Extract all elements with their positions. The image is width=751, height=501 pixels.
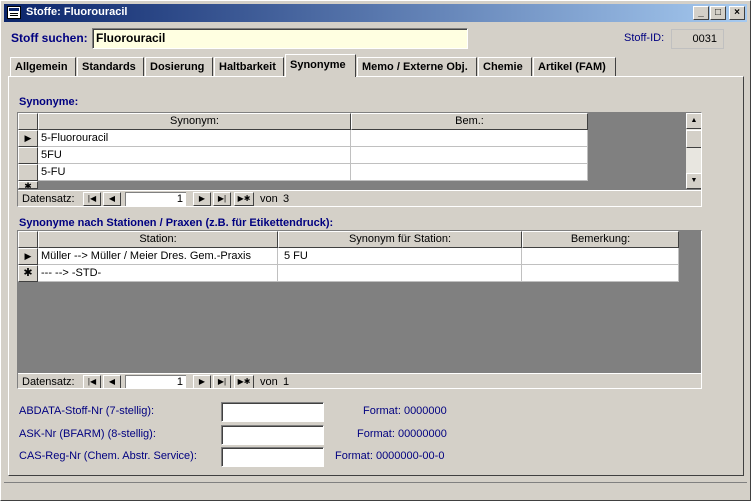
cas-input[interactable] [221,447,324,467]
record-count-total: 1 [283,376,290,388]
abdata-input[interactable] [221,402,324,422]
row-selector-current[interactable]: ▶ [18,248,38,265]
station-synonym-cell[interactable] [278,265,522,282]
search-label: Stoff suchen: [11,31,88,45]
grid-corner[interactable] [18,113,38,130]
cas-label: CAS-Reg-Nr (Chem. Abstr. Service): [19,450,197,462]
first-record-button[interactable]: |◀ [83,375,101,388]
stations-section-title: Synonyme nach Stationen / Praxen (z.B. f… [19,217,334,229]
cas-format: Format: 0000000-00-0 [335,450,445,462]
bem-cell[interactable] [351,130,588,147]
synonym-cell[interactable]: 5-Fluorouracil [38,130,351,147]
stations-record-navigator: Datensatz: |◀ ◀ 1 ▶ ▶| ▶✱ von 1 [18,373,701,388]
abdata-format: Format: 0000000 [363,405,447,417]
first-record-button[interactable]: |◀ [83,192,101,206]
close-button[interactable]: × [729,6,745,20]
station-cell[interactable]: --- --> -STD- [38,265,278,282]
synonyms-section-title: Synonyme: [19,96,79,108]
column-header-bem[interactable]: Bem.: [351,113,588,130]
record-count-label: von [260,193,278,205]
new-record-button[interactable]: ▶✱ [234,375,254,388]
next-record-button[interactable]: ▶ [193,192,211,206]
scroll-up-button[interactable]: ▲ [686,113,701,129]
record-nav-label: Datensatz: [22,376,75,388]
tab-chemie[interactable]: Chemie [478,57,532,76]
column-header-synonym-fuer-station[interactable]: Synonym für Station: [278,231,522,248]
row-selector[interactable] [18,164,38,181]
form-icon [7,6,21,19]
grid-corner[interactable] [18,231,38,248]
ask-format: Format: 00000000 [357,428,447,440]
ask-input[interactable] [221,425,324,445]
last-record-button[interactable]: ▶| [213,192,231,206]
ask-label: ASK-Nr (BFARM) (8-stellig): [19,428,156,440]
column-header-station[interactable]: Station: [38,231,278,248]
maximize-button[interactable]: □ [710,6,726,20]
synonyms-vertical-scrollbar[interactable]: ▲ ▼ [686,113,701,189]
tab-synonyme[interactable]: Synonyme [285,54,356,77]
bem-cell[interactable] [351,164,588,181]
station-synonym-cell[interactable]: 5 FU [278,248,522,265]
scroll-thumb[interactable] [686,130,701,148]
synonym-cell[interactable]: 5-FU [38,164,351,181]
synonyms-record-navigator: Datensatz: |◀ ◀ 1 ▶ ▶| ▶✱ von 3 [18,190,701,206]
abdata-label: ABDATA-Stoff-Nr (7-stellig): [19,405,155,417]
status-divider [4,482,747,483]
stoff-id-field: 0031 [671,29,724,49]
tab-memo-externe-obj[interactable]: Memo / Externe Obj. [357,57,477,76]
window-title: Stoffe: Fluorouracil [26,6,128,18]
station-remark-cell[interactable] [522,265,679,282]
scroll-down-button[interactable]: ▼ [686,173,701,189]
synonyms-subform: Synonym: Bem.: ▶ 5-Fluorouracil 5FU 5-FU… [17,112,702,207]
tab-allgemein[interactable]: Allgemein [10,57,76,76]
tab-haltbarkeit[interactable]: Haltbarkeit [214,57,284,76]
row-selector-current[interactable]: ▶ [18,130,38,147]
tab-standards[interactable]: Standards [77,57,144,76]
record-count-total: 3 [283,193,290,205]
next-record-button[interactable]: ▶ [193,375,211,388]
record-count-label: von [260,376,278,388]
station-cell[interactable]: Müller --> Müller / Meier Dres. Gem.-Pra… [38,248,278,265]
new-record-button[interactable]: ▶✱ [234,192,254,206]
station-remark-cell[interactable] [522,248,679,265]
last-record-button[interactable]: ▶| [213,375,231,388]
row-selector-new[interactable]: ✱ [18,181,38,189]
bem-cell[interactable] [351,147,588,164]
stoff-id-label: Stoff-ID: [624,32,665,44]
current-record-field[interactable]: 1 [125,375,186,388]
previous-record-button[interactable]: ◀ [103,375,121,388]
tab-artikel-fam[interactable]: Artikel (FAM) [533,57,616,76]
previous-record-button[interactable]: ◀ [103,192,121,206]
form-window: Stoffe: Fluorouracil _ □ × Stoff suchen:… [0,0,751,501]
search-input[interactable]: Fluorouracil [92,28,468,49]
row-selector[interactable] [18,147,38,164]
synonym-cell[interactable]: 5FU [38,147,351,164]
minimize-button[interactable]: _ [693,6,709,20]
title-bar[interactable]: Stoffe: Fluorouracil _ □ × [4,4,747,22]
row-selector-new[interactable]: ✱ [18,265,38,282]
tab-dosierung[interactable]: Dosierung [145,57,213,76]
current-record-field[interactable]: 1 [125,192,186,206]
record-nav-label: Datensatz: [22,193,75,205]
column-header-synonym[interactable]: Synonym: [38,113,351,130]
column-header-bemerkung[interactable]: Bemerkung: [522,231,679,248]
stations-subform: Station: Synonym für Station: Bemerkung:… [17,230,702,389]
